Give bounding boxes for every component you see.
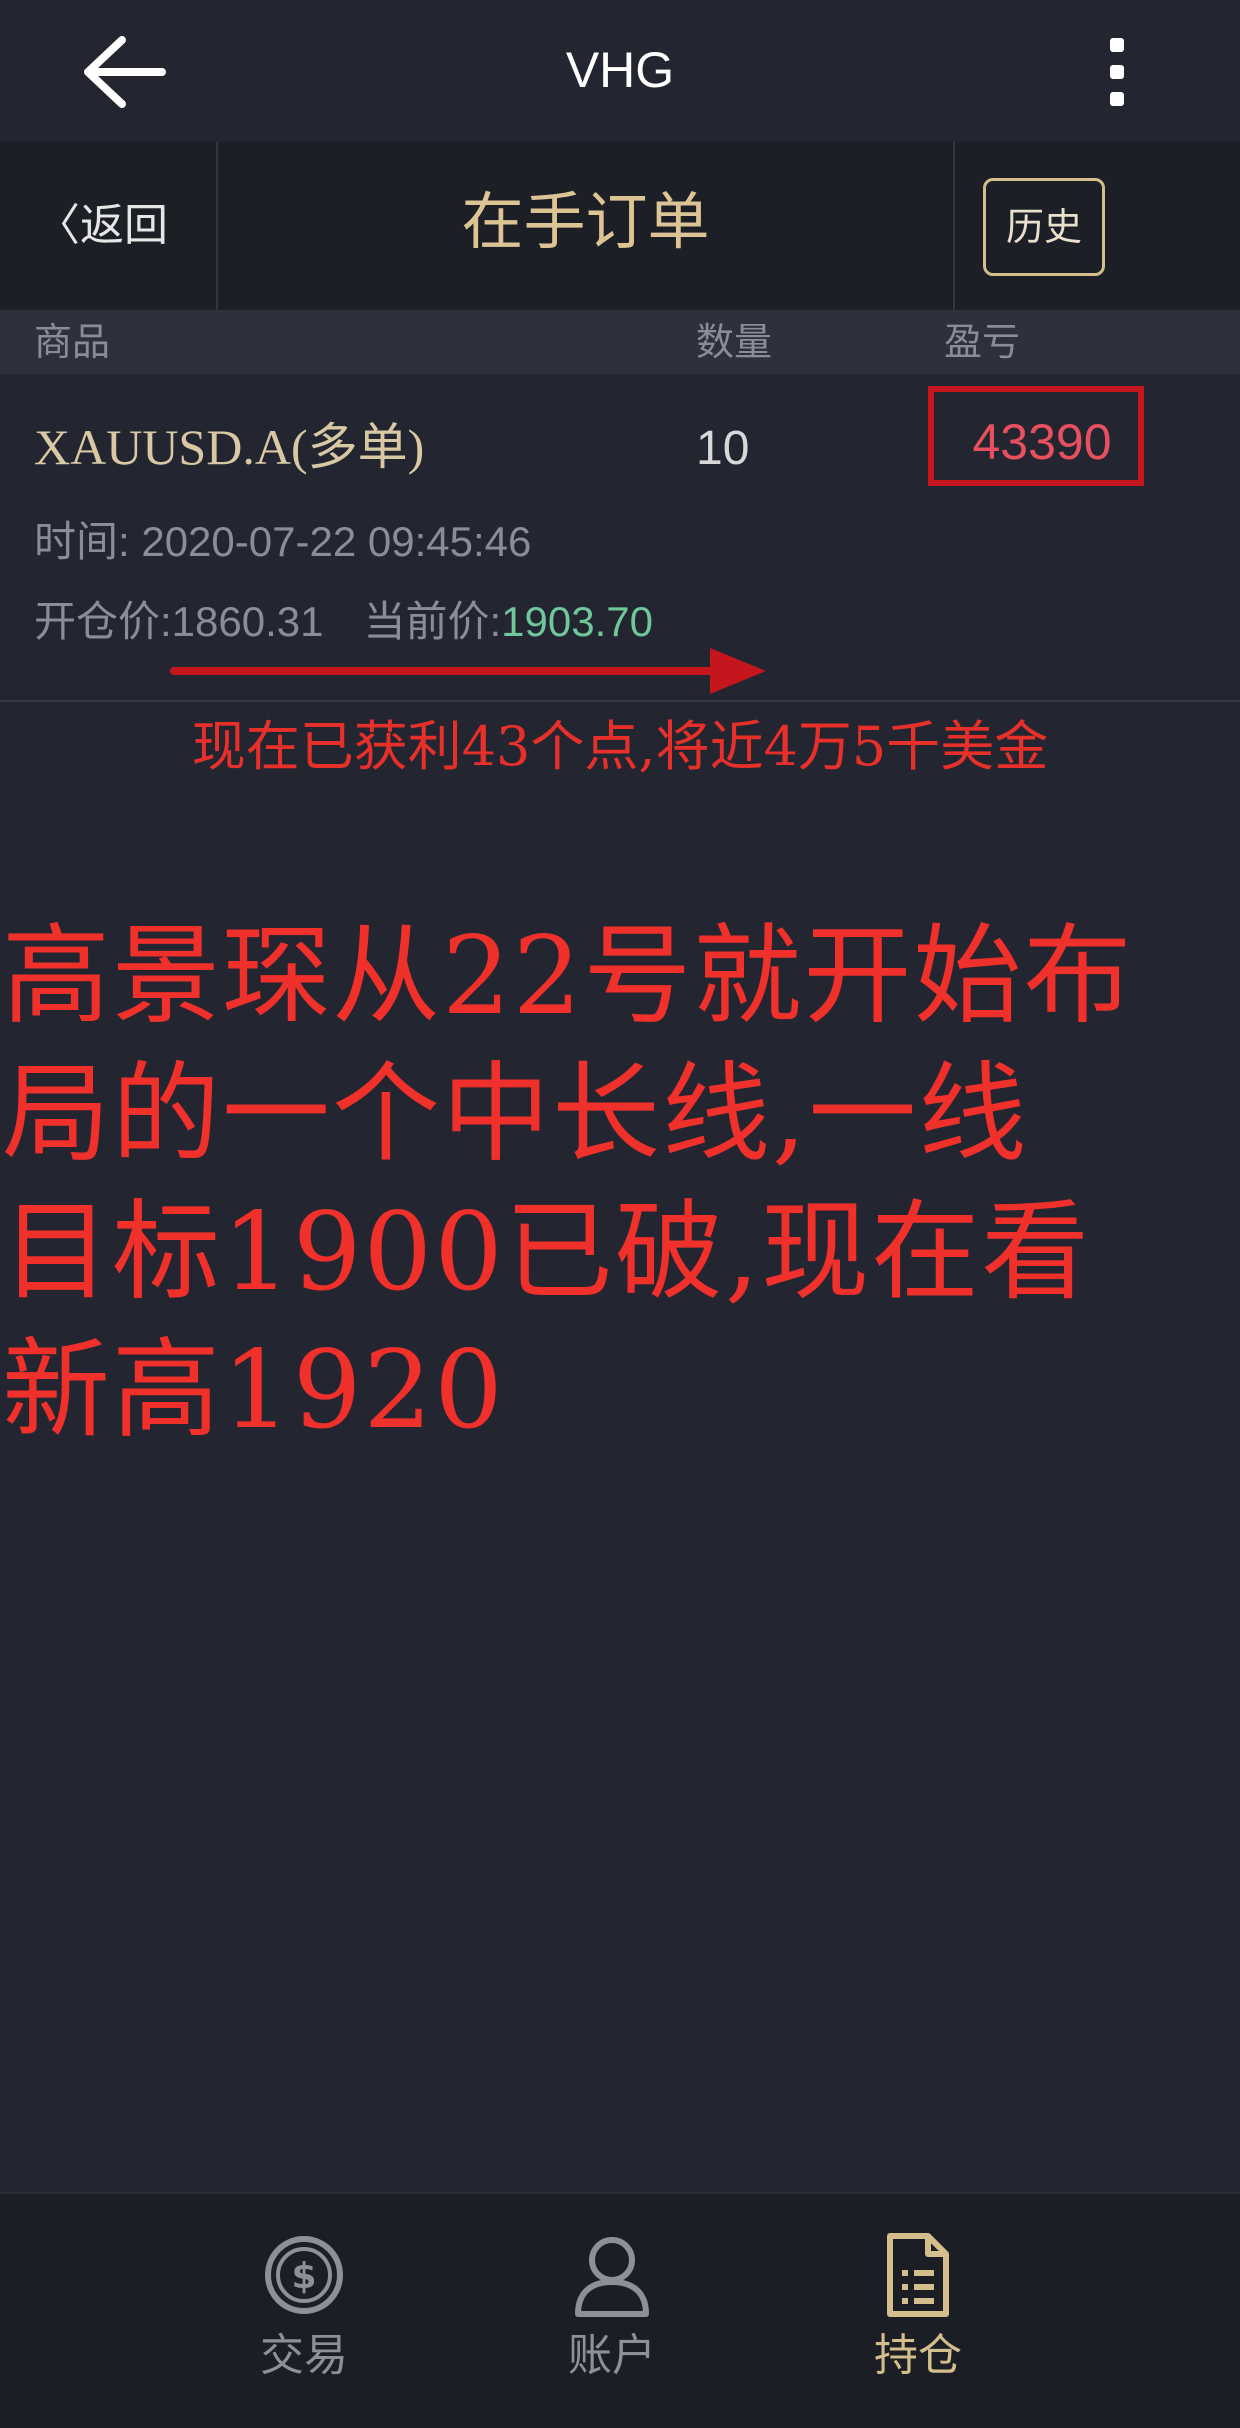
current-price-label: 当前价: — [363, 598, 502, 645]
column-header-quantity: 数量 — [696, 320, 773, 364]
document-list-icon — [887, 2233, 949, 2317]
nav-item-positions[interactable]: 持仓 — [798, 2194, 1038, 2428]
open-price-value: 1860.31 — [171, 598, 324, 645]
time-label: 时间: — [34, 518, 130, 565]
annotation-line: 局的一个中长线,一线 — [2, 1052, 1029, 1177]
dollar-coin-icon: $ — [265, 2236, 343, 2314]
annotation-line: 目标1900已破,现在看 — [2, 1190, 1092, 1315]
annotation-line: 新高1920 — [2, 1328, 505, 1453]
order-time: 时间: 2020-07-22 09:45:46 — [34, 514, 531, 570]
nav-item-account[interactable]: 账户 — [492, 2194, 732, 2428]
order-quantity: 10 — [696, 422, 750, 475]
divider — [953, 142, 955, 310]
profit-annotation: 现在已获利43个点,将近4万5千美金 — [191, 715, 1049, 778]
time-value: 2020-07-22 09:45:46 — [141, 518, 532, 565]
nav-label: 持仓 — [874, 2330, 962, 2381]
page-title: 在手订单 — [461, 185, 710, 258]
app-title: VHG — [565, 42, 675, 98]
nav-label: 账户 — [568, 2330, 656, 2381]
current-price-value: 1903.70 — [501, 598, 653, 645]
table-header: 商品 数量 盈亏 — [0, 310, 1240, 374]
nav-item-trade[interactable]: $ 交易 — [184, 2194, 424, 2428]
annotation-arrow-icon — [170, 648, 766, 694]
history-button[interactable]: 历史 — [983, 178, 1105, 276]
user-icon — [575, 2237, 649, 2317]
svg-text:$: $ — [291, 2256, 316, 2297]
bottom-nav: $ 交易 账户 持仓 — [0, 2192, 1240, 2428]
nav-label: 交易 — [260, 2330, 348, 2381]
analysis-annotation: 高景琛从22号就开始布 局的一个中长线,一线 目标1900已破,现在看 新高19… — [2, 908, 1238, 1460]
row-divider — [0, 700, 1240, 702]
order-symbol: XAUUSD.A(多单) — [34, 419, 425, 475]
column-header-product: 商品 — [34, 320, 111, 364]
order-profit: 43390 — [972, 414, 1112, 470]
more-vertical-icon[interactable] — [1100, 34, 1136, 110]
open-price-label: 开仓价: — [34, 598, 172, 645]
annotation-line: 高景琛从22号就开始布 — [2, 914, 1134, 1039]
back-link[interactable]: 〈返回 — [36, 198, 168, 254]
top-app-bar: VHG — [0, 0, 1240, 140]
profit-highlight-box: 43390 — [928, 386, 1144, 486]
column-header-profit: 盈亏 — [944, 320, 1021, 364]
orders-subbar: 〈返回 在手订单 历史 — [0, 142, 1240, 310]
